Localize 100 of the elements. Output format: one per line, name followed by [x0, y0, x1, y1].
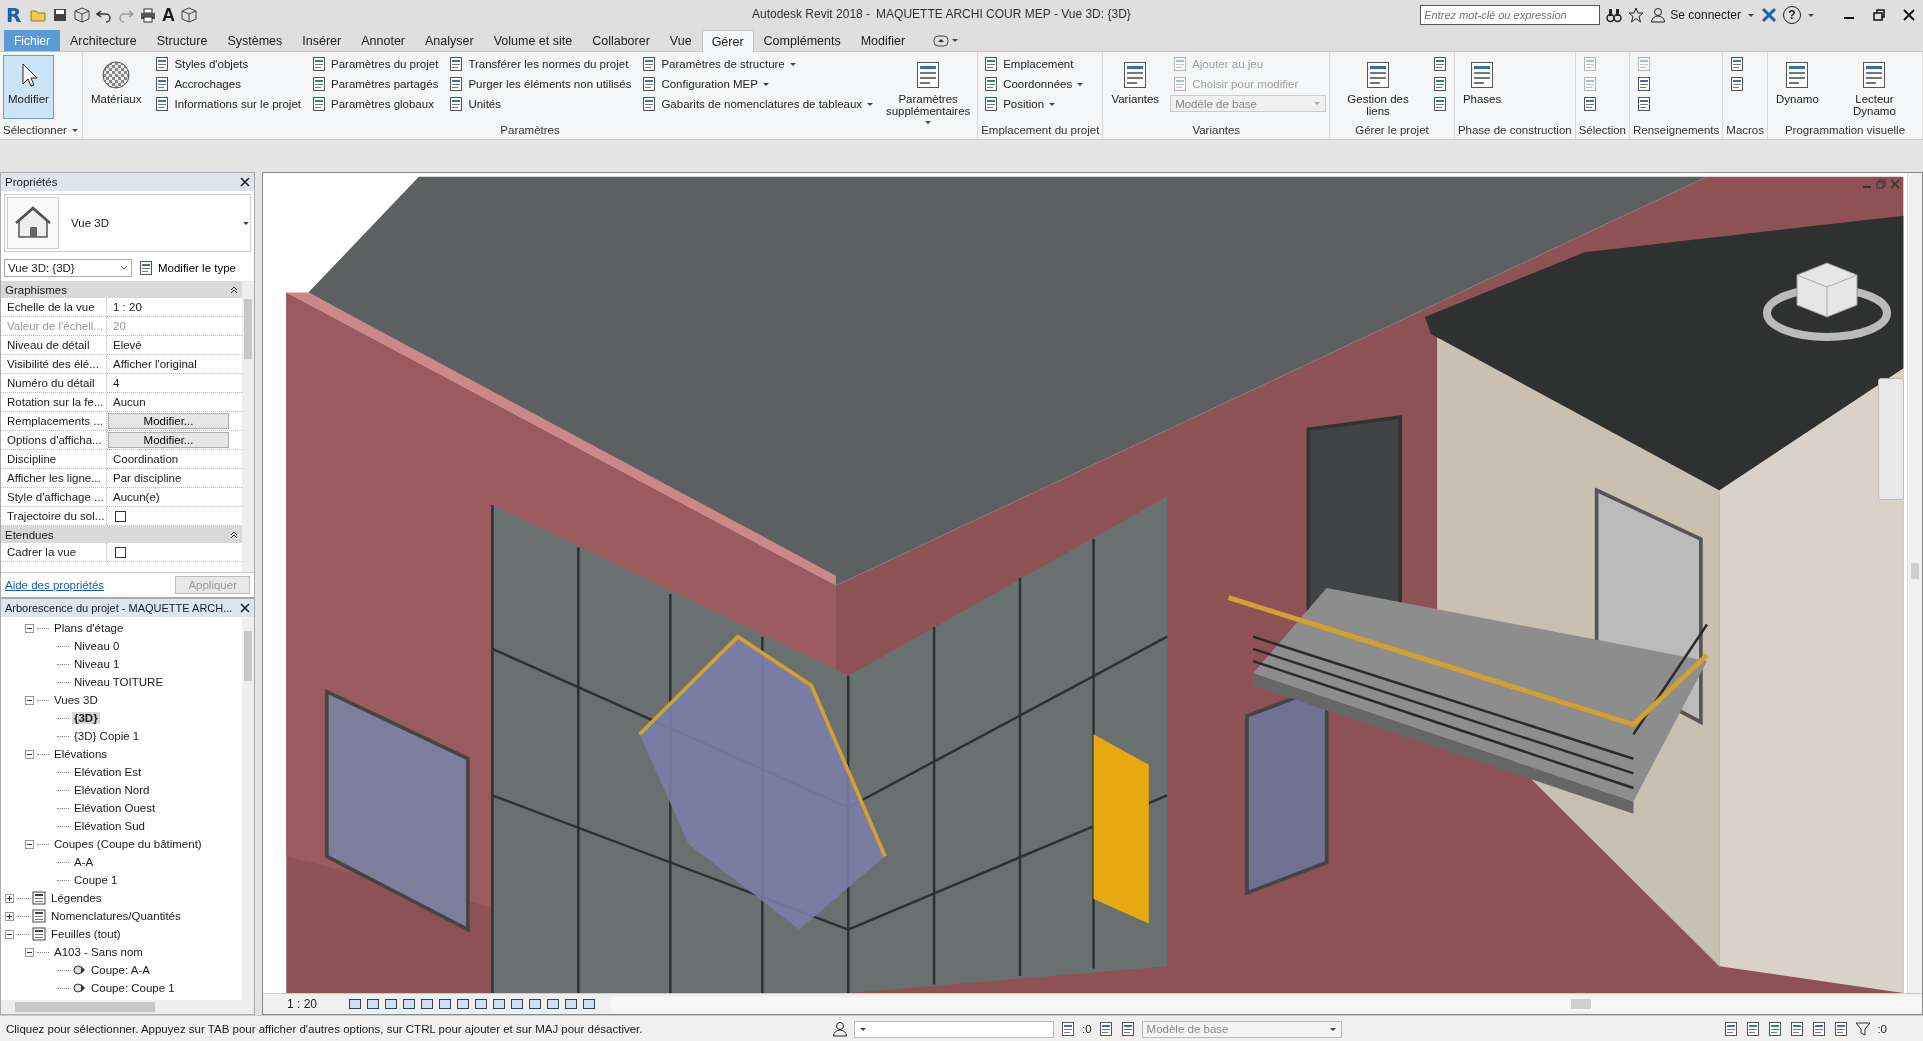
caret-icon[interactable]: [70, 126, 79, 134]
design-option-field[interactable]: [854, 1020, 1054, 1038]
tree-item[interactable]: {3D}: [72, 712, 100, 724]
close-icon[interactable]: [240, 603, 250, 613]
ribbon-tool-button[interactable]: Position: [981, 95, 1087, 113]
ribbon-tool-button[interactable]: Emplacement: [981, 55, 1087, 73]
view-control-icon[interactable]: [420, 997, 435, 1011]
x-logo-icon[interactable]: [1761, 7, 1777, 23]
scrollbar[interactable]: [242, 281, 254, 572]
close-icon[interactable]: [1901, 7, 1917, 23]
tree-item[interactable]: Elévation Ouest: [72, 802, 158, 814]
ribbon-tool-button[interactable]: Paramètres de structure: [639, 55, 877, 73]
collapse-icon[interactable]: [5, 929, 14, 939]
ribbon-tool-button[interactable]: Paramètres globaux: [309, 95, 441, 113]
selection-option-icon[interactable]: [1789, 1021, 1806, 1037]
view-control-icon[interactable]: [546, 997, 561, 1011]
ribbon-tool-button[interactable]: Gabarits de nomenclatures de tableaux: [639, 95, 877, 113]
expand-icon[interactable]: [5, 911, 14, 921]
view-control-icon[interactable]: [492, 997, 507, 1011]
tree-item[interactable]: Coupe: Coupe 1: [89, 982, 177, 994]
collapse-icon[interactable]: [25, 947, 34, 957]
view-control-icon[interactable]: [582, 997, 597, 1011]
app-logo[interactable]: R: [6, 3, 24, 27]
checkbox[interactable]: [115, 510, 126, 522]
restore-icon[interactable]: [1871, 7, 1887, 23]
cube-icon[interactable]: [74, 7, 90, 23]
worksets-icon[interactable]: [1097, 1021, 1114, 1037]
collapse-icon[interactable]: [25, 839, 34, 849]
editable-icon[interactable]: [1060, 1021, 1076, 1037]
panel-title[interactable]: Sélectionner: [3, 124, 67, 136]
caret-icon[interactable]: [1807, 11, 1815, 19]
ribbon-tab[interactable]: Annoter: [351, 30, 415, 51]
caret-icon[interactable]: [1747, 11, 1755, 19]
ribbon-tool-button[interactable]: Purger les éléments non utilisés: [446, 75, 634, 93]
tree-item[interactable]: Niveau 1: [72, 658, 122, 670]
tree-item[interactable]: {3D} Copie 1: [72, 730, 142, 742]
tree-item[interactable]: Niveau TOITURE: [72, 676, 166, 688]
workset-icon[interactable]: [832, 1021, 848, 1037]
edit-type-button[interactable]: Modifier le type: [138, 260, 236, 276]
binoculars-icon[interactable]: [1606, 7, 1623, 23]
tree-item[interactable]: Coupes (Coupe du bâtiment): [52, 838, 204, 850]
ribbon-tool-button[interactable]: Matériaux: [85, 55, 147, 119]
ribbon-tool-button[interactable]: Paramètres du projet: [309, 55, 441, 73]
close-icon[interactable]: [240, 177, 250, 187]
scrollbar[interactable]: [1907, 173, 1922, 993]
scrollbar[interactable]: [242, 617, 254, 1000]
view-scale[interactable]: 1 : 20: [287, 997, 318, 1011]
ribbon-tab[interactable]: Gérer: [701, 30, 754, 52]
checkbox[interactable]: [115, 546, 126, 558]
ribbon-tab[interactable]: Insérer: [292, 30, 352, 51]
collapse-icon[interactable]: [25, 695, 34, 705]
collapse-icon[interactable]: [25, 623, 34, 633]
tree-item[interactable]: A-A: [72, 856, 96, 868]
tree-item[interactable]: A103 - Sans nom: [52, 946, 145, 958]
selection-option-icon[interactable]: [1811, 1021, 1828, 1037]
type-selector[interactable]: Vue 3D: [4, 194, 251, 252]
ribbon-tab[interactable]: Volume et site: [483, 30, 583, 51]
modify-tool-button[interactable]: Modifier: [3, 55, 54, 119]
tree-item[interactable]: Feuilles (tout): [49, 928, 123, 940]
ribbon-tool-button[interactable]: Phases: [1457, 55, 1507, 119]
view-control-icon[interactable]: [474, 997, 489, 1011]
selection-option-icon[interactable]: [1767, 1021, 1784, 1037]
ribbon-tab[interactable]: Modifier: [850, 30, 916, 51]
cube-icon[interactable]: [181, 7, 197, 23]
tree-item[interactable]: Elévation Sud: [72, 820, 147, 832]
ribbon-tab[interactable]: Systèmes: [217, 30, 293, 51]
tree-item[interactable]: Elévations: [52, 748, 110, 760]
star-icon[interactable]: [1628, 7, 1645, 23]
ribbon-tool-button[interactable]: Lecteur Dynamo: [1829, 55, 1919, 119]
view-control-icon[interactable]: [564, 997, 579, 1011]
tree-item[interactable]: Plans d'étage: [52, 622, 126, 634]
view-control-icon[interactable]: [384, 997, 399, 1011]
tree-item[interactable]: Elévation Est: [72, 766, 144, 778]
design-options-icon[interactable]: [1119, 1021, 1136, 1037]
ribbon-tool-button[interactable]: Unités: [446, 95, 634, 113]
help-link[interactable]: Aide des propriétés: [5, 579, 105, 591]
scrollbar[interactable]: [1, 1000, 254, 1014]
view-control-icon[interactable]: [438, 997, 453, 1011]
ribbon-tab[interactable]: Compléments: [753, 30, 851, 51]
ribbon-tab[interactable]: Vue: [659, 30, 702, 51]
tree-item[interactable]: Coupe: A-A: [89, 964, 152, 976]
tree-item[interactable]: Niveau 0: [72, 640, 122, 652]
search-field[interactable]: Entrez mot-clé ou expression: [1420, 5, 1601, 25]
group-header[interactable]: Graphismes: [1, 281, 242, 298]
undo-icon[interactable]: [96, 7, 112, 23]
tree-item[interactable]: Nomenclatures/Quantités: [49, 910, 183, 922]
ribbon-tool-button[interactable]: Configuration MEP: [639, 75, 877, 93]
selection-option-icon[interactable]: [1833, 1021, 1850, 1037]
view-control-icon[interactable]: [456, 997, 471, 1011]
ribbon-tool-button[interactable]: Paramètres supplémentaires: [882, 55, 975, 119]
ribbon-tool-button[interactable]: Coordonnées: [981, 75, 1087, 93]
scrollbar[interactable]: [611, 997, 1922, 1011]
view-control-icon[interactable]: [348, 997, 363, 1011]
group-header[interactable]: Etendues: [1, 526, 242, 543]
ribbon-tool-button[interactable]: Dynamo: [1771, 55, 1824, 119]
ribbon-tab[interactable]: Collaborer: [582, 30, 660, 51]
ribbon-tool-button[interactable]: Accrochages: [152, 75, 303, 93]
tree-item[interactable]: Coupe 1: [72, 874, 120, 886]
ribbon-tab[interactable]: Architecture: [60, 30, 147, 51]
ribbon-tool-button[interactable]: Transférer les normes du projet: [446, 55, 634, 73]
